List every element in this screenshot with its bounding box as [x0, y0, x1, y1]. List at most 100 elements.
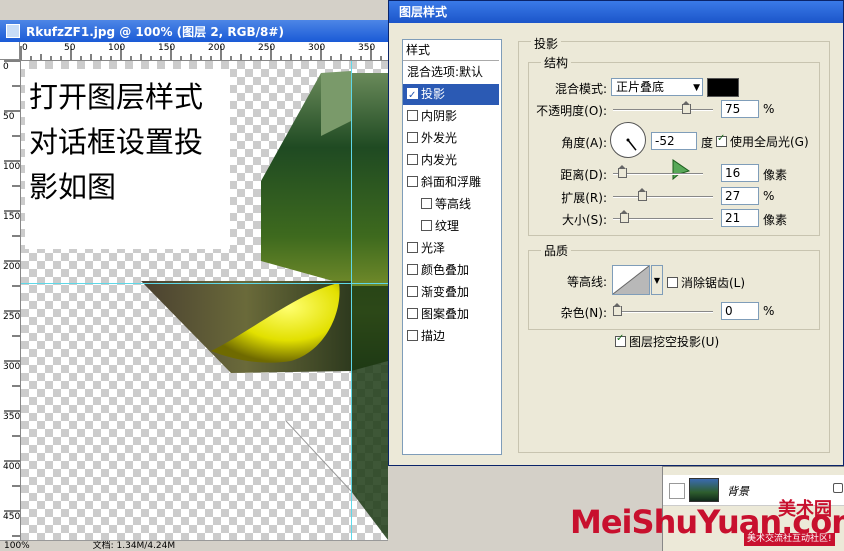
checkbox-icon[interactable] — [407, 330, 418, 341]
checkbox-icon[interactable] — [407, 176, 418, 187]
ruler-corner[interactable] — [0, 42, 20, 60]
document-titlebar[interactable]: RkufzZF1.jpg @ 100% (图层 2, RGB/8#) — [0, 20, 388, 42]
left-ruler[interactable]: 0 50 100 150 200 250 300 350 400 450 — [0, 60, 21, 540]
layer-style-dialog: 图层样式 样式 混合选项:默认投影内阴影外发光内发光斜面和浮雕等高线纹理光泽颜色… — [388, 0, 844, 466]
contour-dropdown-button[interactable]: ▼ — [651, 265, 663, 295]
styles-list: 样式 混合选项:默认投影内阴影外发光内发光斜面和浮雕等高线纹理光泽颜色叠加渐变叠… — [402, 39, 502, 455]
checkbox-icon[interactable] — [407, 286, 418, 297]
angle-input[interactable]: -52 — [651, 132, 697, 150]
checkbox-icon[interactable] — [407, 154, 418, 165]
ruler-label: 200 — [3, 262, 21, 272]
checkbox-icon — [615, 333, 626, 347]
size-slider-thumb[interactable] — [620, 210, 629, 223]
note-line: 打开图层样式 — [29, 80, 204, 114]
distance-input[interactable]: 16 — [721, 164, 759, 182]
noise-input[interactable]: 0 — [721, 302, 759, 320]
style-item[interactable]: 图案叠加 — [403, 304, 499, 325]
knockout-checkbox[interactable]: 图层挖空投影(U) — [615, 333, 719, 350]
style-item[interactable]: 纹理 — [403, 216, 499, 237]
style-item-label: 描边 — [421, 329, 446, 343]
style-item-label: 纹理 — [435, 219, 460, 233]
noise-unit: % — [763, 304, 775, 318]
ruler-label: 400 — [3, 462, 21, 472]
note-line: 对话框设置投 — [29, 125, 204, 159]
checkbox-icon[interactable] — [421, 198, 432, 209]
top-ruler[interactable]: 0 50 100 150 200 250 300 350 — [20, 42, 388, 61]
layer-visibility-toggle[interactable] — [669, 483, 685, 499]
spread-input[interactable]: 27 — [721, 187, 759, 205]
opacity-unit: % — [763, 102, 775, 116]
distance-unit: 像素 — [763, 168, 788, 182]
noise-slider[interactable] — [613, 303, 713, 316]
watermark-cn: 美术园 — [778, 499, 832, 520]
checkbox-icon[interactable] — [407, 85, 418, 106]
style-item-label: 颜色叠加 — [421, 263, 470, 277]
checkbox-icon[interactable] — [407, 264, 418, 275]
anti-alias-checkbox[interactable]: 消除锯齿(L) — [667, 274, 745, 291]
style-item[interactable]: 描边 — [403, 326, 499, 347]
style-item[interactable]: 内发光 — [403, 150, 499, 171]
size-slider[interactable] — [613, 210, 713, 223]
checkbox-icon[interactable] — [407, 110, 418, 121]
style-item[interactable]: 混合选项:默认 — [403, 62, 499, 83]
opacity-slider[interactable] — [613, 101, 713, 114]
dialog-titlebar[interactable]: 图层样式 — [389, 1, 843, 23]
checkbox-icon[interactable] — [407, 308, 418, 319]
global-light-checkbox[interactable]: 使用全局光(G) — [716, 133, 809, 150]
style-item-label: 混合选项:默认 — [407, 65, 484, 79]
distance-slider[interactable] — [613, 165, 703, 178]
blend-mode-select[interactable]: 正片叠底 ▼ — [611, 78, 703, 96]
opacity-label: 不透明度(O): — [536, 104, 607, 118]
style-item[interactable]: 颜色叠加 — [403, 260, 499, 281]
distance-slider-thumb[interactable] — [618, 165, 627, 178]
checkbox-icon[interactable] — [421, 220, 432, 231]
opacity-slider-thumb[interactable] — [682, 101, 691, 114]
style-item[interactable]: 外发光 — [403, 128, 499, 149]
quality-title: 品质 — [541, 242, 572, 259]
spread-unit: % — [763, 189, 775, 203]
opacity-input[interactable]: 75 — [721, 100, 759, 118]
noise-slider-thumb[interactable] — [613, 303, 622, 316]
styles-header[interactable]: 样式 — [403, 40, 499, 61]
angle-dial[interactable] — [610, 122, 646, 158]
chevron-down-icon: ▼ — [693, 83, 700, 93]
top-ruler-ticks — [20, 46, 382, 60]
style-item[interactable]: 内阴影 — [403, 106, 499, 127]
knockout-label: 图层挖空投影(U) — [629, 335, 720, 349]
style-item-label: 光泽 — [421, 241, 446, 255]
style-item-label: 外发光 — [421, 131, 458, 145]
blend-mode-label: 混合模式: — [554, 82, 607, 96]
layer-name: 背景 — [727, 485, 749, 498]
document-title: RkufzZF1.jpg @ 100% (图层 2, RGB/8#) — [26, 24, 284, 39]
spread-slider[interactable] — [613, 188, 713, 201]
checkbox-icon[interactable] — [407, 132, 418, 143]
contour-curve-icon — [613, 266, 649, 294]
instruction-note: 打开图层样式 对话框设置投 影如图 — [25, 69, 230, 249]
ruler-label: 150 — [3, 212, 21, 222]
style-item[interactable]: 投影 — [403, 84, 499, 106]
size-unit: 像素 — [763, 213, 788, 227]
style-item[interactable]: 光泽 — [403, 238, 499, 259]
mouse-cursor-icon — [672, 159, 691, 181]
shadow-color-swatch[interactable] — [707, 78, 739, 97]
size-input[interactable]: 21 — [721, 209, 759, 227]
style-item[interactable]: 等高线 — [403, 194, 499, 215]
contour-preview[interactable] — [612, 265, 650, 295]
blend-mode-value: 正片叠底 — [616, 80, 665, 94]
size-label: 大小(S): — [561, 213, 607, 227]
style-item-label: 内阴影 — [421, 109, 458, 123]
drop-shadow-title: 投影 — [531, 35, 562, 52]
vertical-guide[interactable] — [351, 61, 352, 540]
style-item-label: 斜面和浮雕 — [421, 175, 482, 189]
note-line: 影如图 — [29, 170, 117, 204]
style-item[interactable]: 斜面和浮雕 — [403, 172, 499, 193]
ruler-label: 50 — [3, 112, 15, 122]
horizontal-guide[interactable] — [21, 283, 388, 284]
spread-slider-thumb[interactable] — [638, 188, 647, 201]
style-item-label: 图案叠加 — [421, 307, 470, 321]
style-item[interactable]: 渐变叠加 — [403, 282, 499, 303]
document-canvas[interactable]: 打开图层样式 对话框设置投 影如图 — [21, 61, 388, 540]
anti-alias-label: 消除锯齿(L) — [681, 276, 746, 290]
ruler-label: 300 — [3, 362, 21, 372]
checkbox-icon[interactable] — [407, 242, 418, 253]
